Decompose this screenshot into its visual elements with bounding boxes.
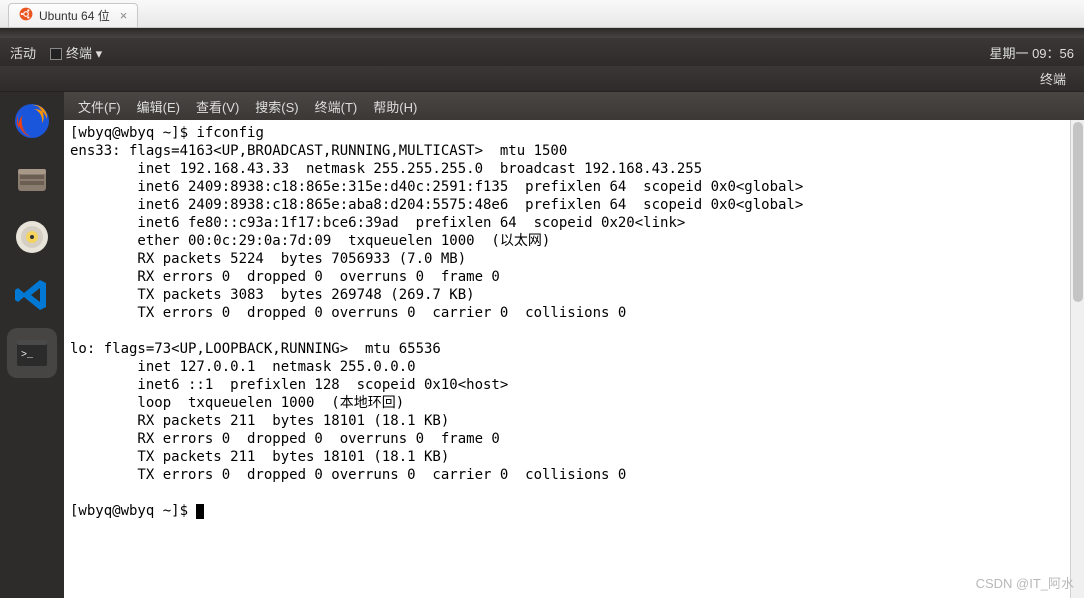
desktop: >_ 文件(F) 编辑(E) 查看(V) 搜索(S) 终端(T) 帮助(H) [… — [0, 92, 1084, 598]
window-title-bar: 终端 — [0, 66, 1084, 92]
shadow — [0, 28, 1084, 38]
activities-button[interactable]: 活动 — [10, 43, 36, 62]
cursor — [196, 504, 204, 519]
svg-text:>_: >_ — [21, 350, 34, 361]
vm-tab-bar: Ubuntu 64 位 × — [0, 0, 1084, 28]
terminal-small-icon — [50, 48, 62, 60]
window-title: 终端 — [1040, 69, 1066, 88]
menu-view[interactable]: 查看(V) — [190, 95, 245, 118]
terminal-window: 文件(F) 编辑(E) 查看(V) 搜索(S) 终端(T) 帮助(H) [wby… — [64, 92, 1084, 598]
topbar-datetime[interactable]: 星期一 09：56 — [989, 43, 1074, 62]
dock-files[interactable] — [7, 154, 57, 204]
scrollbar-thumb[interactable] — [1073, 122, 1083, 302]
gnome-topbar: 活动 终端 ▾ 星期一 09：56 — [0, 38, 1084, 66]
menu-help[interactable]: 帮助(H) — [367, 95, 423, 118]
vm-tab-label: Ubuntu 64 位 — [39, 7, 110, 24]
dock-rhythmbox[interactable] — [7, 212, 57, 262]
dock: >_ — [0, 92, 64, 598]
terminal-output: ens33: flags=4163<UP,BROADCAST,RUNNING,M… — [70, 143, 803, 483]
prompt: [wbyq@wbyq ~]$ — [70, 125, 196, 141]
close-icon[interactable]: × — [120, 8, 128, 23]
dock-terminal[interactable]: >_ — [7, 328, 57, 378]
scrollbar[interactable] — [1070, 120, 1084, 598]
terminal-menu-bar: 文件(F) 编辑(E) 查看(V) 搜索(S) 终端(T) 帮助(H) — [64, 92, 1084, 120]
topbar-app-menu[interactable]: 终端 ▾ — [50, 43, 102, 62]
menu-file[interactable]: 文件(F) — [72, 95, 127, 118]
command: ifconfig — [196, 125, 263, 141]
dock-vscode[interactable] — [7, 270, 57, 320]
menu-terminal[interactable]: 终端(T) — [309, 95, 364, 118]
watermark: CSDN @IT_阿水 — [976, 573, 1074, 592]
menu-edit[interactable]: 编辑(E) — [131, 95, 186, 118]
menu-search[interactable]: 搜索(S) — [249, 95, 304, 118]
prompt: [wbyq@wbyq ~]$ — [70, 503, 196, 519]
ubuntu-icon — [19, 7, 33, 24]
vm-tab[interactable]: Ubuntu 64 位 × — [8, 3, 138, 27]
dock-firefox[interactable] — [7, 96, 57, 146]
terminal-body[interactable]: [wbyq@wbyq ~]$ ifconfig ens33: flags=416… — [64, 120, 1084, 598]
